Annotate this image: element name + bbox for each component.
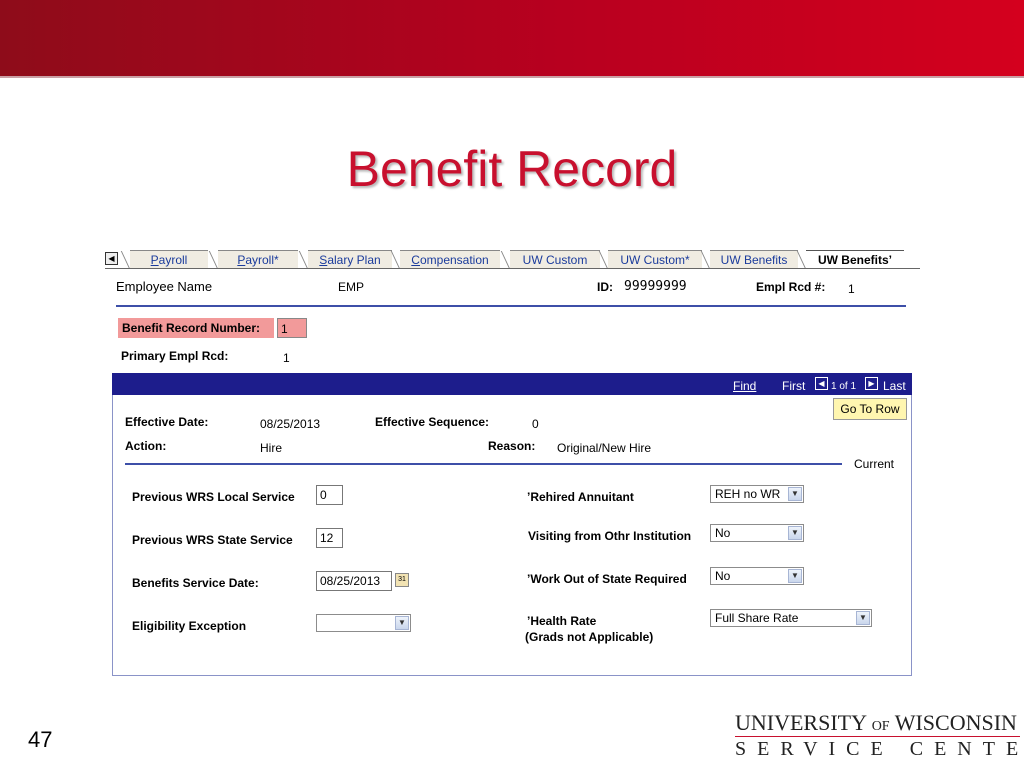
header-divider [116, 305, 906, 307]
health-rate-sublabel: (Grads not Applicable) [525, 630, 654, 644]
action-value: Hire [260, 441, 283, 455]
next-row-icon[interactable]: ▶ [865, 377, 878, 390]
tab-payroll-star[interactable]: Payroll* [218, 250, 298, 269]
tab-uw-benefits[interactable]: UW Benefits [710, 250, 798, 269]
chevron-down-icon: ▼ [788, 526, 802, 540]
current-label: Current [854, 457, 895, 471]
tab-uw-custom[interactable]: UW Custom [510, 250, 600, 269]
id-label: ID: [597, 280, 613, 294]
benefit-record-number-field[interactable]: 1 [277, 318, 307, 338]
tab-mnemonic: C [411, 253, 420, 267]
employee-name-label: Employee Name [116, 279, 213, 294]
rehired-annuitant-select[interactable]: REH no WR ▼ [710, 485, 804, 503]
row-count: 1 of 1 [831, 381, 857, 392]
tab-label: ayroll* [245, 253, 279, 267]
rehired-annuitant-label: ’Rehired Annuitant [527, 490, 634, 504]
tab-uw-custom-star[interactable]: UW Custom* [608, 250, 702, 269]
benefit-record-number-label: Benefit Record Number: [118, 318, 274, 338]
eligibility-exception-select[interactable]: ▼ [316, 614, 411, 632]
empl-rcd-label: Empl Rcd #: [756, 280, 826, 294]
go-to-row-button[interactable]: Go To Row [833, 398, 907, 420]
logo-divider [735, 736, 1020, 737]
service-date-label: Benefits Service Date: [132, 576, 259, 590]
select-value: REH no WR [715, 487, 781, 501]
id-value: 99999999 [624, 279, 687, 294]
chevron-down-icon: ▼ [788, 487, 802, 501]
employee-name-value: EMP [338, 280, 365, 294]
select-value: Full Share Rate [715, 611, 799, 625]
empl-rcd-value: 1 [848, 282, 855, 296]
chevron-down-icon: ▼ [856, 611, 870, 625]
service-date-input[interactable]: 08/25/2013 [316, 571, 392, 591]
work-out-of-state-select[interactable]: No ▼ [710, 567, 804, 585]
tab-salary-plan[interactable]: Salary Plan [308, 250, 392, 269]
nav-first[interactable]: First [782, 379, 805, 393]
effective-sequence-label: Effective Sequence: [375, 415, 490, 429]
university-logo-line1: UNIVERSITY OF WISCONSIN [735, 710, 1017, 736]
tab-payroll[interactable]: Payroll [130, 250, 208, 269]
eligibility-exception-label: Eligibility Exception [132, 619, 247, 633]
effective-sequence-value: 0 [532, 417, 539, 431]
tab-baseline [105, 268, 920, 269]
tab-label: alary Plan [327, 253, 381, 267]
tab-compensation[interactable]: Compensation [400, 250, 500, 269]
primary-empl-rcd-label: Primary Empl Rcd: [121, 349, 229, 363]
tab-label: ompensation [419, 253, 489, 267]
effective-date-value: 08/25/2013 [260, 417, 321, 431]
reason-value: Original/New Hire [557, 441, 652, 455]
slide-header-bar [0, 0, 1024, 78]
logo-word: UNIVERSITY [735, 710, 867, 735]
nav-last[interactable]: Last [883, 379, 906, 393]
chevron-down-icon: ▼ [395, 616, 409, 630]
action-label: Action: [125, 439, 167, 453]
university-logo-line2: SERVICE CENTER [735, 738, 1024, 760]
visiting-label: Visiting from Othr Institution [528, 529, 692, 543]
effective-date-label: Effective Date: [125, 415, 209, 429]
local-service-input[interactable]: 0 [316, 485, 343, 505]
tab-scroll-left-icon[interactable]: ◀ [105, 252, 118, 265]
local-service-label: Previous WRS Local Service [132, 490, 295, 504]
prev-row-icon[interactable]: ◀ [815, 377, 828, 390]
logo-word: WISCONSIN [894, 710, 1017, 735]
select-value: No [715, 569, 731, 583]
slide-title: Benefit Record [346, 141, 678, 197]
state-service-input[interactable]: 12 [316, 528, 343, 548]
tab-uw-benefits-active[interactable]: UW Benefits’ [806, 250, 904, 269]
find-link[interactable]: Find [733, 379, 756, 393]
chevron-down-icon: ▼ [788, 569, 802, 583]
state-service-label: Previous WRS State Service [132, 533, 293, 547]
visiting-select[interactable]: No ▼ [710, 524, 804, 542]
logo-word: OF [871, 719, 890, 734]
effective-divider [125, 463, 842, 465]
health-rate-select[interactable]: Full Share Rate ▼ [710, 609, 872, 627]
slide-number: 47 [28, 727, 53, 752]
health-rate-label: ’Health Rate [527, 614, 597, 628]
calendar-icon[interactable]: 31 [395, 573, 409, 587]
select-value: No [715, 526, 731, 540]
work-out-of-state-label: ’Work Out of State Required [527, 572, 687, 586]
tab-label: ayroll [158, 253, 188, 267]
reason-label: Reason: [488, 439, 536, 453]
primary-empl-rcd-value: 1 [283, 351, 290, 365]
tab-mnemonic: P [150, 253, 159, 267]
